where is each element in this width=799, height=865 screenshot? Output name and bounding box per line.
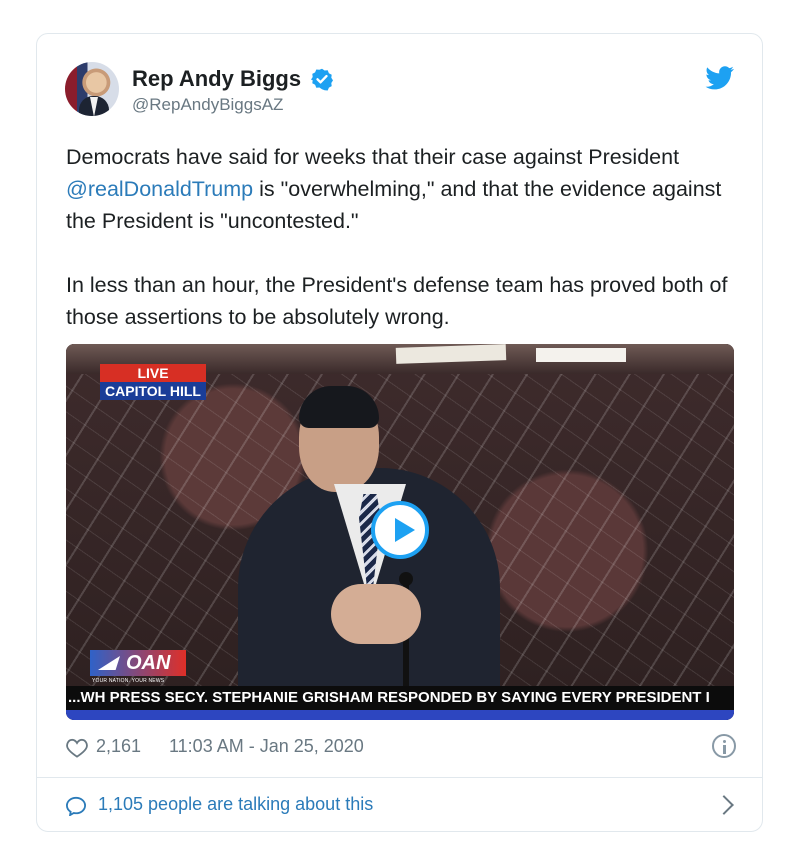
speaker-hands (331, 584, 421, 644)
author-avatar[interactable] (65, 62, 119, 116)
chevron-right-icon (714, 795, 734, 815)
speaker-hair (299, 386, 379, 428)
tweet-header: Rep Andy Biggs @RepAndyBiggsAZ (65, 62, 735, 122)
tweet-text-part-1: Democrats have said for weeks that their… (66, 145, 680, 169)
network-logo-text: OAN (126, 652, 171, 674)
network-logo-subtitle: YOUR NATION. YOUR NEWS (92, 678, 165, 684)
live-badge-bottom: CAPITOL HILL (100, 382, 206, 400)
conversation-text: 1,105 people are talking about this (98, 794, 374, 814)
twitter-bird-icon[interactable] (705, 66, 735, 90)
tweet-paragraph-2: In less than an hour, the President's de… (66, 273, 728, 329)
conversation-link[interactable]: 1,105 people are talking about this (65, 793, 735, 823)
microphone-head (399, 572, 413, 586)
play-icon[interactable] (371, 501, 429, 559)
author-name[interactable]: Rep Andy Biggs (132, 66, 301, 92)
paper-shape (536, 348, 626, 362)
verified-icon (310, 68, 333, 91)
author-info: Rep Andy Biggs @RepAndyBiggsAZ (132, 66, 334, 115)
likes-count[interactable]: 2,161 (96, 736, 141, 757)
news-ticker: ...WH PRESS SECY. STEPHANIE GRISHAM RESP… (66, 686, 734, 710)
mention-link[interactable]: @realDonaldTrump (66, 177, 253, 201)
live-badge-top: LIVE (100, 364, 206, 382)
divider (37, 777, 762, 778)
tweet-meta: 2,161 11:03 AM - Jan 25, 2020 (66, 734, 736, 764)
tweet-timestamp[interactable]: 11:03 AM - Jan 25, 2020 (169, 736, 364, 757)
info-icon[interactable] (712, 734, 736, 758)
tweet-card: Rep Andy Biggs @RepAndyBiggsAZ Democrats… (36, 33, 763, 832)
tweet-text: Democrats have said for weeks that their… (66, 141, 736, 365)
network-logo: OAN (90, 650, 186, 676)
author-handle[interactable]: @RepAndyBiggsAZ (132, 95, 334, 115)
comment-icon (65, 796, 87, 816)
tweet-paragraph-1: Democrats have said for weeks that their… (66, 141, 736, 237)
live-badge: LIVE CAPITOL HILL (100, 364, 206, 400)
heart-icon[interactable] (66, 738, 88, 758)
ticker-bar (66, 710, 734, 720)
network-logo-mark (98, 656, 120, 670)
video-player[interactable]: LIVE CAPITOL HILL OAN YOUR NATION. YOUR … (66, 344, 734, 720)
